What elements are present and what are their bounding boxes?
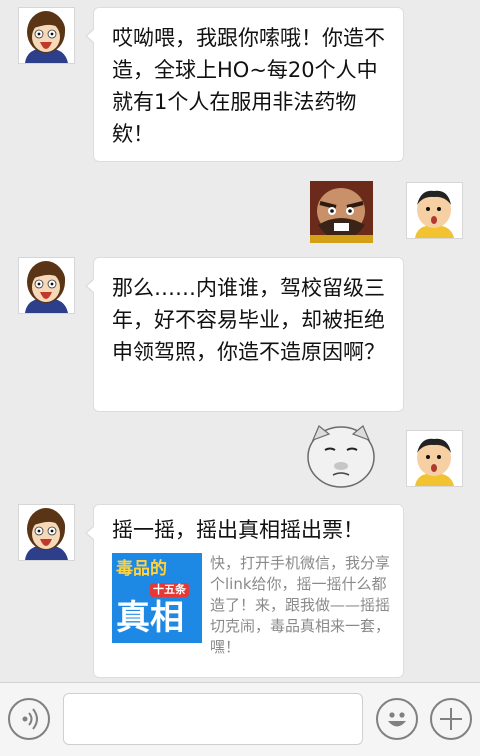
- user-avatar[interactable]: [406, 182, 463, 239]
- chat-area[interactable]: 哎呦喂，我跟你嗦哦！你造不造，全球上HO~每20个人中就有1个人在服用非法药物欸…: [0, 0, 480, 682]
- voice-icon: [22, 708, 38, 730]
- contact-avatar[interactable]: [18, 504, 75, 561]
- link-card-body: 毒品的 十五条 真相 快，打开手机微信，我分享个link给你，摇一摇什么都造了！…: [112, 553, 391, 658]
- cartoon-girl-avatar-icon: [19, 505, 74, 560]
- message-bubble-received[interactable]: 哎呦喂，我跟你嗦哦！你造不造，全球上HO~每20个人中就有1个人在服用非法药物欸…: [85, 7, 404, 162]
- plus-button[interactable]: [430, 698, 472, 740]
- input-toolbar: [0, 682, 480, 756]
- link-card-description: 快，打开手机微信，我分享个link给你，摇一摇什么都造了！来，跟我做——摇摇切克…: [210, 554, 391, 656]
- contact-avatar[interactable]: [18, 257, 75, 314]
- user-avatar[interactable]: [406, 430, 463, 487]
- plus-icon: [440, 708, 462, 730]
- smiley-icon: [388, 712, 406, 727]
- link-card-thumbnail: 毒品的 十五条 真相: [112, 553, 202, 643]
- thumb-main-text: 真相: [116, 598, 184, 638]
- thumb-top-text: 毒品的: [116, 559, 167, 579]
- voice-button[interactable]: [8, 698, 50, 740]
- message-text: 哎呦喂，我跟你嗦哦！你造不造，全球上HO~每20个人中就有1个人在服用非法药物欸…: [112, 26, 385, 146]
- emoji-button[interactable]: [376, 698, 418, 740]
- fat-cat-face-sticker[interactable]: [305, 420, 377, 490]
- contact-avatar[interactable]: [18, 7, 75, 64]
- message-input[interactable]: [63, 693, 363, 745]
- angry-monk-sticker-icon: [310, 181, 373, 243]
- cartoon-boy-avatar-icon: [407, 183, 462, 238]
- cartoon-girl-avatar-icon: [19, 8, 74, 63]
- thumb-badge-text: 十五条: [150, 583, 189, 597]
- message-bubble-received[interactable]: 那么……内谁谁，驾校留级三年，好不容易毕业，却被拒绝申领驾照，你造不造原因啊？: [85, 257, 404, 412]
- link-card-bubble[interactable]: 摇一摇，摇出真相摇出票！ 毒品的 十五条 真相 快，打开手机微信，我分享个lin…: [85, 504, 404, 678]
- link-card-title: 摇一摇，摇出真相摇出票！: [112, 518, 364, 542]
- cartoon-boy-avatar-icon: [407, 431, 462, 486]
- message-text: 那么……内谁谁，驾校留级三年，好不容易毕业，却被拒绝申领驾照，你造不造原因啊？: [112, 276, 385, 364]
- fat-cat-face-sticker-icon: [305, 420, 377, 490]
- cartoon-girl-avatar-icon: [19, 258, 74, 313]
- angry-monk-sticker[interactable]: [310, 181, 373, 243]
